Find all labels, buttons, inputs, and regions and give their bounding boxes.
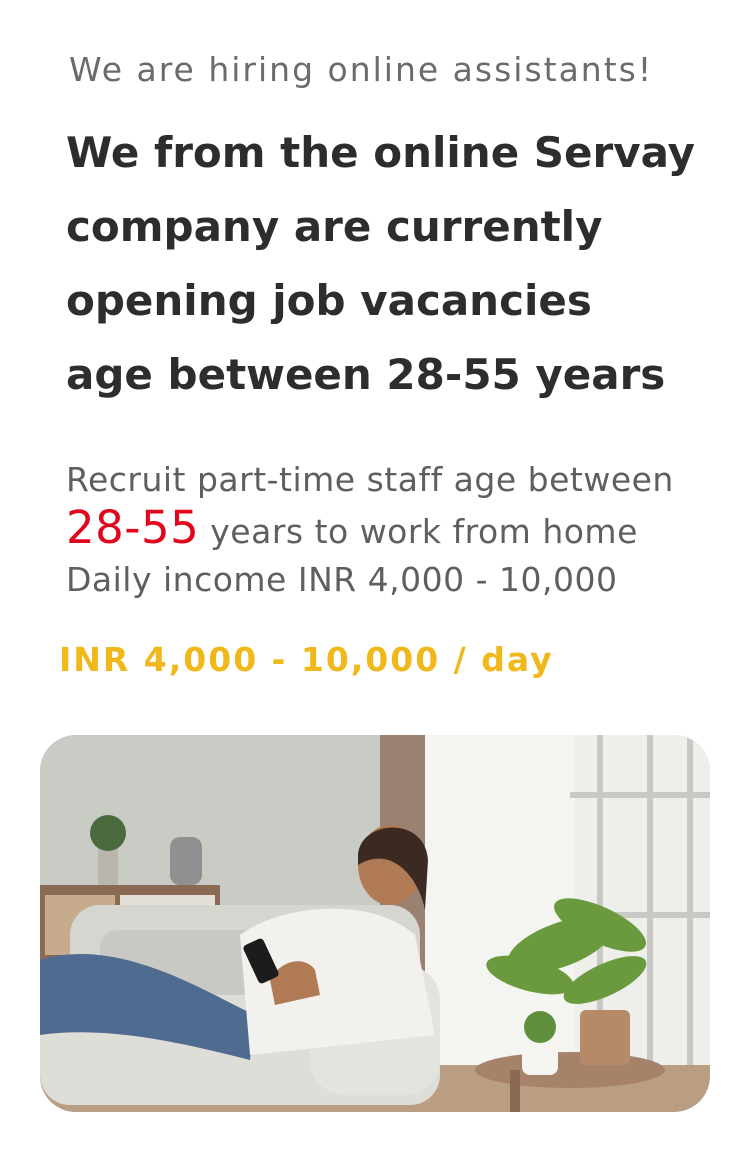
hiring-tagline: We are hiring online assistants! (69, 50, 654, 89)
headline-line-2: company are currently (66, 202, 603, 251)
woman-on-sofa-with-phone-photo (40, 735, 710, 1112)
description-line-1: Recruit part-time staff age between (66, 460, 674, 499)
age-range-highlight: 28-55 (66, 501, 200, 554)
salary-label: INR 4,000 - 10,000 / day (59, 640, 554, 679)
job-description: Recruit part-time staff age between 28-5… (66, 456, 736, 604)
headline-line-3: opening job vacancies (66, 276, 592, 325)
headline-line-4: age between 28-55 years (66, 350, 666, 399)
description-line-2-suffix: years to work from home (210, 512, 638, 551)
hero-photo (40, 735, 710, 1112)
headline: We from the online Servay company are cu… (66, 116, 726, 412)
headline-line-1: We from the online Servay (66, 128, 696, 177)
description-line-2: 28-55 years to work from home (66, 504, 736, 556)
description-line-3: Daily income INR 4,000 - 10,000 (66, 560, 618, 599)
